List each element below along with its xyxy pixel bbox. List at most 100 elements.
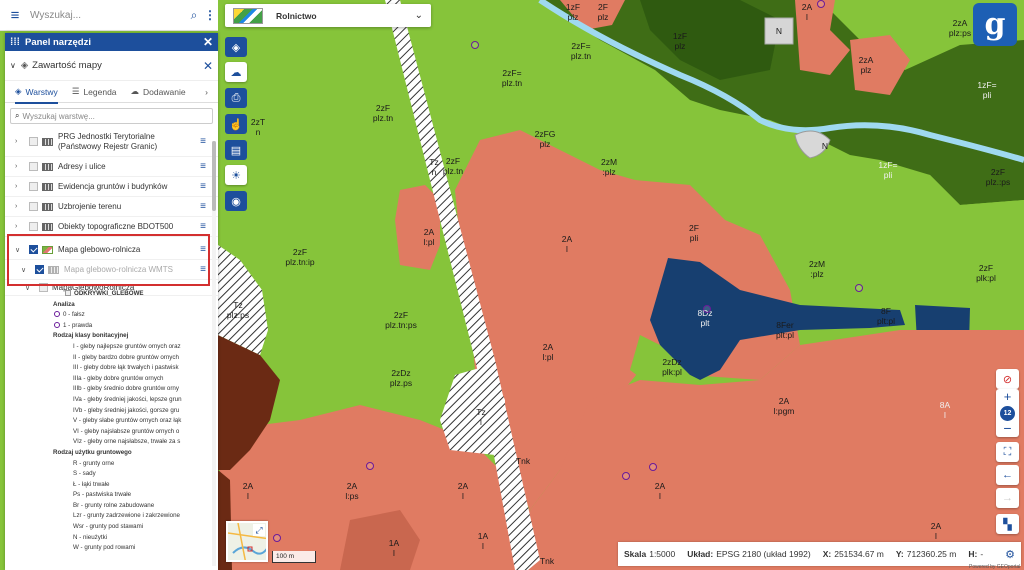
soil-label: Tz l xyxy=(476,407,486,427)
layer-checkbox[interactable] xyxy=(29,245,38,254)
soil-pit-marker[interactable] xyxy=(366,462,374,470)
zoom-out-button[interactable]: − xyxy=(996,421,1019,437)
soil-label: 2A l xyxy=(457,481,469,501)
legend-checkbox[interactable] xyxy=(65,290,71,296)
arrow-left-icon: ← xyxy=(1002,469,1013,481)
hand-pointer-icon: ☝ xyxy=(229,118,243,131)
layer-menu-icon[interactable]: ≡ xyxy=(196,221,210,232)
soil-pit-marker[interactable] xyxy=(649,463,657,471)
expand-minimap-icon[interactable]: ⤢ xyxy=(253,524,265,536)
layer-checkbox[interactable] xyxy=(35,265,44,274)
soil-pit-marker[interactable] xyxy=(622,472,630,480)
scale-value[interactable]: 1:5000 xyxy=(649,549,675,559)
search-input[interactable] xyxy=(30,9,186,21)
chevron-right-icon[interactable]: › xyxy=(15,183,25,190)
clipboard-button[interactable]: ▤ xyxy=(225,140,247,160)
layer-checkbox[interactable] xyxy=(29,202,38,211)
search-icon[interactable]: ⌕ xyxy=(186,8,202,23)
overview-minimap[interactable]: ⤢ xyxy=(226,521,268,562)
chevron-down-icon[interactable]: ∨ xyxy=(10,61,16,70)
layers-button[interactable]: ◈ xyxy=(225,37,247,57)
content-title: Zawartość mapy xyxy=(32,60,102,71)
fullscreen-button[interactable]: ⛶ xyxy=(996,442,1019,462)
chevron-down-icon[interactable]: ∨ xyxy=(15,246,25,254)
layer-checkbox[interactable] xyxy=(29,137,38,146)
layer-row[interactable]: › Ewidencja gruntów i budynków ≡ xyxy=(5,177,218,197)
layer-row[interactable]: › PRG Jednostki Terytorialne (Państwowy … xyxy=(5,127,218,157)
legend-item: S - sady xyxy=(73,470,96,478)
layer-search-input[interactable] xyxy=(22,111,173,121)
layer-menu-icon[interactable]: ≡ xyxy=(196,181,210,192)
close-content-icon[interactable]: ✕ xyxy=(203,59,213,73)
dots-vertical-icon[interactable]: ⋮ xyxy=(202,8,218,22)
layer-checkbox[interactable] xyxy=(29,182,38,191)
legend-item: R - grunty orne xyxy=(73,459,115,467)
layer-menu-icon[interactable]: ≡ xyxy=(196,264,210,275)
soil-label: 2zF= plz.tn xyxy=(501,68,523,88)
soil-pit-marker[interactable] xyxy=(817,0,825,8)
soil-label: 1zF= pli xyxy=(878,160,898,180)
zoom-in-button[interactable]: + xyxy=(996,389,1019,405)
scrollbar-thumb[interactable] xyxy=(212,141,216,211)
back-button[interactable]: ← xyxy=(996,465,1019,485)
tab-layers[interactable]: ◈ Warstwy xyxy=(15,81,58,104)
legend-item: N - nieużytki xyxy=(73,533,108,541)
close-panel-icon[interactable]: ✕ xyxy=(203,35,213,49)
category-thumbnail xyxy=(233,7,263,24)
tab-label: Dodawanie xyxy=(143,86,186,97)
soil-label: 2zF plz.:ps xyxy=(985,167,1011,187)
legend-heading: Analiza xyxy=(53,300,75,308)
app-logo[interactable]: g xyxy=(973,3,1017,46)
hamburger-icon[interactable]: ≡ xyxy=(0,7,30,24)
search-bar: ≡ ⌕ ⋮ xyxy=(0,0,218,31)
crs-value[interactable]: EPSG 2180 (układ 1992) xyxy=(716,549,811,559)
layer-row-soil-map-wmts[interactable]: ∨ Mapa glebowo-rolnicza WMTS ≡ xyxy=(5,260,218,280)
logo-icon: g xyxy=(984,7,1006,42)
soil-label: N xyxy=(775,26,783,36)
layer-checkbox[interactable] xyxy=(29,162,38,171)
touch-button[interactable]: ☝ xyxy=(225,114,247,134)
legend-item: Wsr - grunty pod stawami xyxy=(73,523,144,531)
layer-row[interactable]: › Obiekty topograficzne BDOT500 ≡ xyxy=(5,217,218,237)
layer-menu-icon[interactable]: ≡ xyxy=(196,244,210,255)
chevron-down-icon[interactable]: ⌄ xyxy=(415,10,423,21)
scale-bar: 100 m xyxy=(272,551,316,563)
tab-legend[interactable]: ☰ Legenda xyxy=(72,81,117,103)
layer-row[interactable]: › Adresy i ulice ≡ xyxy=(5,157,218,177)
layer-row[interactable]: › Uzbrojenie terenu ≡ xyxy=(5,197,218,217)
chevron-right-icon[interactable]: › xyxy=(15,163,25,170)
gear-icon[interactable]: ⚙ xyxy=(1005,548,1015,561)
cloud-button[interactable]: ☁ xyxy=(225,62,247,82)
camera-button[interactable]: ◉ xyxy=(225,191,247,211)
chevron-right-icon[interactable]: › xyxy=(205,87,208,97)
print-button[interactable]: ⎙ xyxy=(225,88,247,108)
forward-button[interactable]: → xyxy=(996,488,1019,508)
north-button[interactable]: ⊘ xyxy=(996,369,1019,389)
layer-menu-icon[interactable]: ≡ xyxy=(196,161,210,172)
map-content-header[interactable]: ∨ ◈ Zawartość mapy ✕ xyxy=(5,51,218,81)
soil-pit-marker[interactable] xyxy=(855,284,863,292)
soil-pit-marker[interactable] xyxy=(703,305,711,313)
legend-group[interactable]: ODKRYWKI_GLEBOWE xyxy=(13,289,198,300)
chevron-right-icon[interactable]: › xyxy=(15,203,25,210)
layer-menu-icon[interactable]: ≡ xyxy=(196,136,210,147)
layer-type-icon xyxy=(42,162,53,171)
layer-name: Ewidencja gruntów i budynków xyxy=(58,181,168,191)
chevron-down-icon[interactable]: ∨ xyxy=(21,266,31,274)
status-bar: Skala 1:5000 Układ: EPSG 2180 (układ 199… xyxy=(618,542,1021,566)
layer-row-soil-map[interactable]: ∨ Mapa glebowo-rolnicza ≡ xyxy=(5,240,218,260)
tab-add[interactable]: ☁ Dodawanie xyxy=(131,81,186,103)
chevron-right-icon[interactable]: › xyxy=(15,138,25,145)
layer-checkbox[interactable] xyxy=(29,222,38,231)
soil-pit-marker[interactable] xyxy=(471,41,479,49)
chevron-right-icon[interactable]: › xyxy=(15,223,25,230)
soil-pit-marker[interactable] xyxy=(273,534,281,542)
horizon-button[interactable]: ☀ xyxy=(225,165,247,185)
layer-name: Uzbrojenie terenu xyxy=(58,201,122,211)
tool-panel: ⁞⁞⁞ Panel narzędzi ✕ ∨ ◈ Zawartość mapy … xyxy=(5,33,218,570)
zoom-level-badge: 12 xyxy=(1000,406,1015,421)
widget-button[interactable]: ▚ xyxy=(996,514,1019,534)
layer-menu-icon[interactable]: ≡ xyxy=(196,201,210,212)
category-select[interactable]: Rolnictwo ⌄ xyxy=(225,4,431,27)
soil-label: 8F plt:pl xyxy=(877,306,895,326)
